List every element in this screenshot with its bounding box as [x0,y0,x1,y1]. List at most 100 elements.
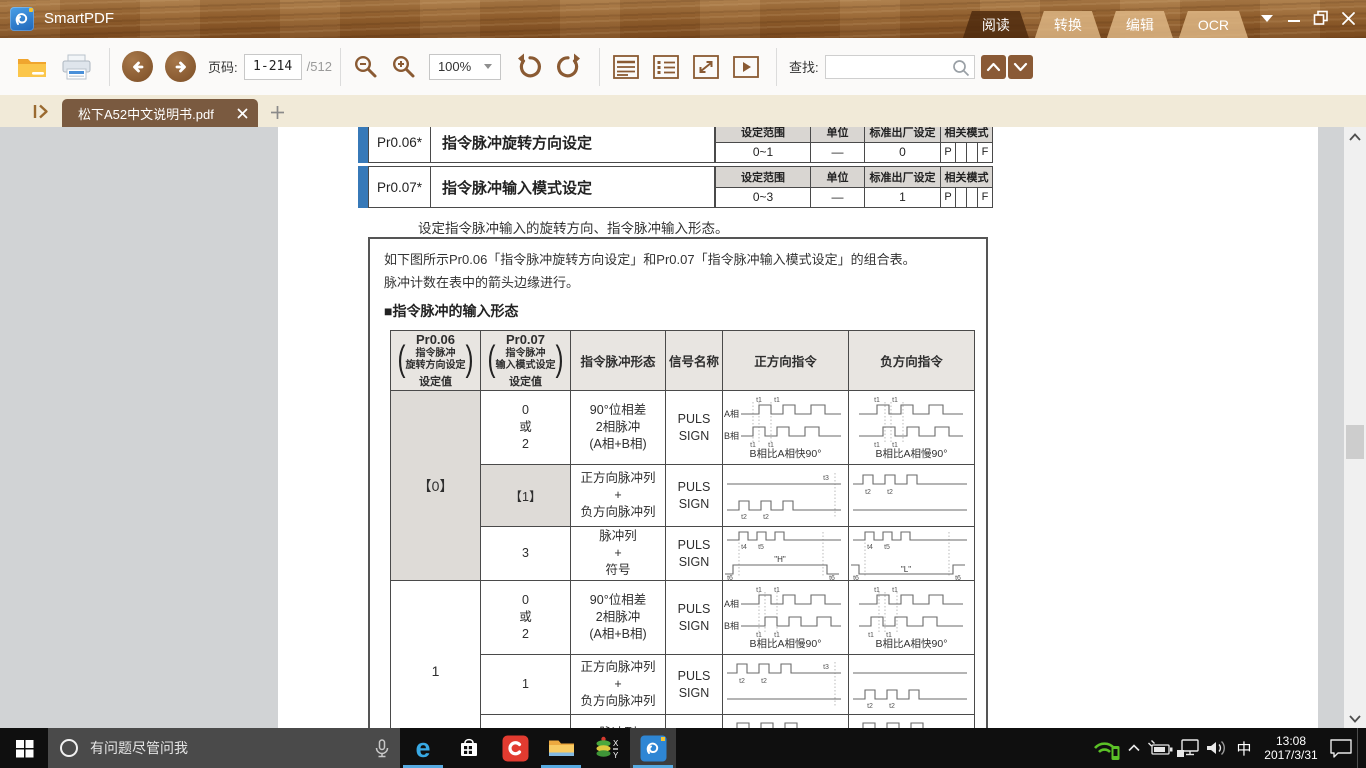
restore-button[interactable] [1311,8,1331,28]
minimize-icon [1288,20,1300,22]
zoom-out-button[interactable] [353,54,379,80]
wifi-tool-tray-icon[interactable] [1091,728,1123,768]
forward-button[interactable] [165,51,196,82]
zoom-level-select[interactable]: 100% [429,54,501,80]
page-number-input[interactable] [244,54,302,80]
chevron-down-icon [484,64,492,69]
file-explorer-taskbar-icon[interactable] [538,728,584,768]
svg-text:t1: t1 [774,587,780,594]
show-desktop-button[interactable] [1357,728,1364,768]
scroll-up-button[interactable] [1344,128,1366,145]
svg-text:B相: B相 [724,430,739,441]
tray-time: 13:08 [1257,734,1325,748]
cell-signal [666,715,723,729]
sidebar-toggle-button[interactable] [32,103,52,120]
pulse-input-table: Pr0.06 ( 指令脉冲 旋转方向设定 ) 设定值 [390,330,975,728]
volume-tray-icon[interactable] [1203,728,1231,768]
cell-signal: PULS SIGN [666,527,723,581]
tray-expand-button[interactable] [1123,728,1145,768]
back-button[interactable] [122,51,153,82]
fit-screen-button[interactable] [692,54,720,80]
taskbar: 有问题尽管问我 e [0,728,1366,768]
svg-text:t4: t4 [867,544,873,551]
view-single-page-button[interactable] [612,54,640,80]
store-taskbar-icon[interactable] [446,728,492,768]
param-code: Pr0.07* [368,166,431,208]
scroll-down-button[interactable] [1344,710,1366,727]
xy-tool-logo-icon: X Y [594,735,621,762]
cell-shape: 正方向脉冲列 + 负方向脉冲列 [571,465,666,527]
ime-indicator[interactable]: 中 [1231,728,1257,768]
waveform-caption: B相比A相快90° [849,639,974,650]
note-line: 脉冲计数在表中的箭头边缘进行。 [384,272,579,291]
ribbon-tab-ocr[interactable]: OCR [1179,11,1248,38]
zoom-in-button[interactable] [391,54,417,80]
close-icon [1341,11,1356,26]
scrollbar-thumb[interactable] [1346,425,1364,459]
waveform-two-phase-pos: A相 t1t1 B相 t1t1 B相比A相慢90° [723,581,849,655]
cortana-search-box[interactable]: 有问题尽管问我 [48,728,400,768]
presentation-button[interactable] [732,54,760,80]
cell-signal: PULS SIGN [666,655,723,715]
network-tray-icon[interactable] [1175,728,1203,768]
windows-logo-icon [15,739,34,758]
edge-taskbar-icon[interactable]: e [400,728,446,768]
svg-text:t3: t3 [823,475,829,482]
start-button[interactable] [0,728,48,768]
vertical-scrollbar[interactable] [1344,127,1366,728]
battery-tray-icon[interactable] [1145,728,1175,768]
tray-clock[interactable]: 13:08 2017/3/31 [1257,734,1325,762]
minimize-button[interactable] [1284,8,1304,28]
tray-date: 2017/3/31 [1257,748,1325,762]
section-title: ■指令脉冲的输入形态 [384,301,518,321]
window-menu-button[interactable] [1257,8,1277,28]
red-app-taskbar-icon[interactable] [492,728,538,768]
system-tray: 中 13:08 2017/3/31 [1091,728,1366,768]
paren-open: ( [488,342,496,378]
ribbon-tab-convert[interactable]: 转换 [1035,11,1101,38]
waveform-caption: B相比A相慢90° [723,639,848,650]
svg-text:t5: t5 [758,544,764,551]
spec-header: 相关模式 [941,127,992,142]
view-facing-pages-button[interactable] [652,54,680,80]
mode-p: P [941,188,955,208]
open-file-button[interactable] [16,53,48,80]
print-button[interactable] [60,53,93,81]
cell-pr007: 3 [481,527,571,581]
battery-plug-icon [1146,739,1174,757]
action-center-button[interactable] [1325,728,1357,768]
document-tabbar: 松下A52中文说明书.pdf [0,95,1366,127]
document-tab[interactable]: 松下A52中文说明书.pdf [62,99,258,127]
tab-close-icon[interactable] [237,108,248,119]
param-title: 指令脉冲旋转方向设定 [430,127,715,163]
svg-text:t2: t2 [887,489,893,496]
xy-tool-taskbar-icon[interactable]: X Y [584,728,630,768]
close-button[interactable] [1338,8,1358,28]
find-previous-button[interactable] [981,55,1006,79]
store-bag-icon [457,735,481,761]
svg-text:t2: t2 [865,489,871,496]
cell-pr007: 0 或 2 [481,581,571,655]
smartpdf-logo-icon[interactable] [10,7,34,31]
ribbon-tab-read[interactable]: 阅读 [963,11,1029,38]
new-tab-button[interactable] [266,101,288,123]
svg-text:t5: t5 [884,544,890,551]
ribbon-tab-edit[interactable]: 编辑 [1107,11,1173,38]
svg-text:t6: t6 [829,575,835,580]
spec-default: 1 [865,188,941,208]
waveform-clipped [849,715,975,729]
svg-text:t4: t4 [741,544,747,551]
microphone-icon[interactable] [374,738,390,759]
chevron-up-icon [1349,133,1361,141]
toolbar-separator [340,48,341,86]
spec-header: 设定范围 [716,167,811,187]
spec-modes: P F [941,188,992,208]
smartpdf-taskbar-icon[interactable] [630,728,676,768]
find-next-button[interactable] [1008,55,1033,79]
rotate-right-button[interactable] [555,53,583,80]
rotate-left-button[interactable] [515,53,543,80]
table-header-signal: 信号名称 [666,331,723,391]
svg-text:t1: t1 [874,397,880,404]
param-code: Pr0.06* [368,127,431,163]
play-presentation-icon [732,54,760,80]
